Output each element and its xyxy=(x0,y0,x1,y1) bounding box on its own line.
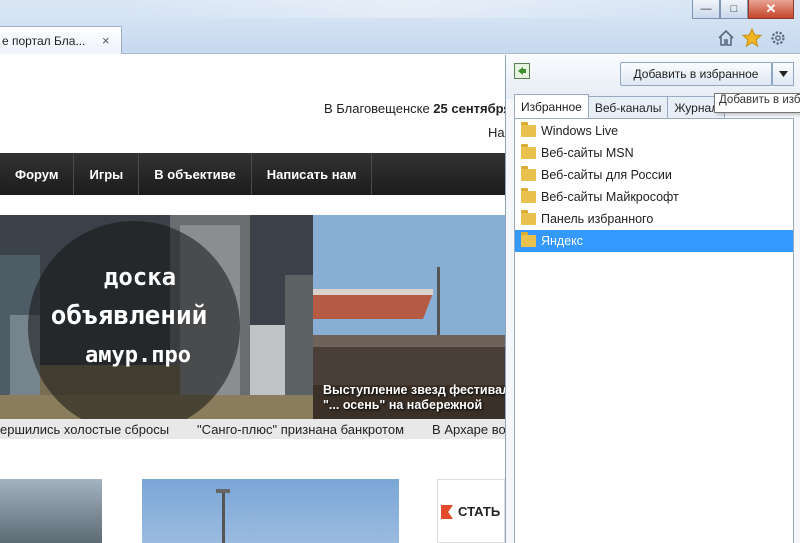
ad-line-2: объявлений xyxy=(50,301,208,331)
article-image-middle[interactable] xyxy=(142,479,399,543)
header-text-fragment: На xyxy=(488,125,505,140)
date-prefix: В Благовещенске xyxy=(324,101,434,116)
favorite-label: Панель избранного xyxy=(541,212,654,226)
close-window-button[interactable]: ✕ xyxy=(748,0,794,19)
pin-panel-icon[interactable] xyxy=(514,63,530,79)
classifieds-banner[interactable]: доска объявлений амур.про xyxy=(0,215,313,419)
ticker-item[interactable]: В Архаре во xyxy=(432,422,505,437)
favorite-label: Веб-сайты для России xyxy=(541,168,672,182)
tab-close-button[interactable]: × xyxy=(102,33,110,48)
favorite-folder-microsoft[interactable]: Веб-сайты Майкрософт xyxy=(515,186,793,208)
favorite-folder-windows-live[interactable]: Windows Live xyxy=(515,120,793,142)
window-controls: — □ ✕ xyxy=(692,0,794,19)
news-ticker: ершились холостые сбросы "Санго-плюс" пр… xyxy=(0,419,505,439)
favorites-tabs: Избранное Веб-каналы Журнал xyxy=(514,94,726,118)
ad-line-1: доска xyxy=(103,263,177,291)
home-icon[interactable] xyxy=(716,28,736,48)
site-nav: Форум Игры В объективе Написать нам xyxy=(0,153,505,195)
folder-icon xyxy=(521,232,536,247)
favorite-folder-favorites-bar[interactable]: Панель избранного xyxy=(515,208,793,230)
ad-line-3: амур.про xyxy=(85,343,191,368)
title-bar xyxy=(120,0,690,18)
lamp-post-image xyxy=(216,489,230,543)
folder-icon xyxy=(521,188,536,203)
ticker-item[interactable]: "Санго-плюс" признана банкротом xyxy=(197,422,404,437)
favorite-label: Windows Live xyxy=(541,124,619,138)
nav-item-in-focus[interactable]: В объективе xyxy=(139,153,252,195)
browser-tab[interactable]: е портал Бла... × xyxy=(0,26,122,54)
nav-item-games[interactable]: Игры xyxy=(74,153,140,195)
news-caption: Выступление звезд фестиваля "... осень" … xyxy=(323,383,505,412)
browser-chrome: — □ ✕ е портал Бла... × xyxy=(0,0,800,54)
folder-icon xyxy=(521,122,536,137)
flag-icon xyxy=(441,505,453,519)
tab-favorites[interactable]: Избранное xyxy=(514,94,589,118)
nav-item-forum[interactable]: Форум xyxy=(0,153,75,195)
add-to-favorites-button[interactable]: Добавить в избранное xyxy=(620,62,772,86)
news-banner[interactable]: Выступление звезд фестиваля "... осень" … xyxy=(313,215,505,419)
minimize-button[interactable]: — xyxy=(692,0,720,19)
add-to-favorites-dropdown[interactable] xyxy=(772,62,794,86)
favorite-label: Веб-сайты MSN xyxy=(541,146,634,160)
gear-icon[interactable] xyxy=(768,28,788,48)
articles-block: СТАТЬ xyxy=(437,479,505,543)
articles-heading: СТАТЬ xyxy=(458,504,501,519)
nav-item-contact[interactable]: Написать нам xyxy=(252,153,373,195)
date-line: В Благовещенске 25 сентября xyxy=(324,101,505,116)
folder-icon xyxy=(521,144,536,159)
favorite-folder-russia[interactable]: Веб-сайты для России xyxy=(515,164,793,186)
tab-title: е портал Бла... xyxy=(2,33,86,48)
favorites-panel: Добавить в избранное Избранное Веб-канал… xyxy=(505,55,800,543)
favorite-label: Веб-сайты Майкрософт xyxy=(541,190,679,204)
toolbar-icons xyxy=(716,28,788,48)
web-page: В Благовещенске 25 сентября На Форум Игр… xyxy=(0,55,505,543)
favorites-star-icon[interactable] xyxy=(742,28,762,48)
article-image-left[interactable] xyxy=(0,479,102,543)
ticker-item[interactable]: ершились холостые сбросы xyxy=(0,422,169,437)
favorite-label: Яндекс xyxy=(541,234,584,248)
folder-icon xyxy=(521,210,536,225)
folder-icon xyxy=(521,166,536,181)
maximize-button[interactable]: □ xyxy=(720,0,748,19)
chevron-down-icon xyxy=(778,71,788,77)
favorites-list: Windows Live Веб-сайты MSN Веб-сайты для… xyxy=(514,118,794,543)
date-value: 25 сентября xyxy=(433,101,505,116)
tooltip: Добавить в избранное xyxy=(714,93,800,113)
tab-feeds[interactable]: Веб-каналы xyxy=(587,96,669,118)
favorite-folder-yandex[interactable]: Яндекс xyxy=(515,230,793,252)
favorite-folder-msn[interactable]: Веб-сайты MSN xyxy=(515,142,793,164)
